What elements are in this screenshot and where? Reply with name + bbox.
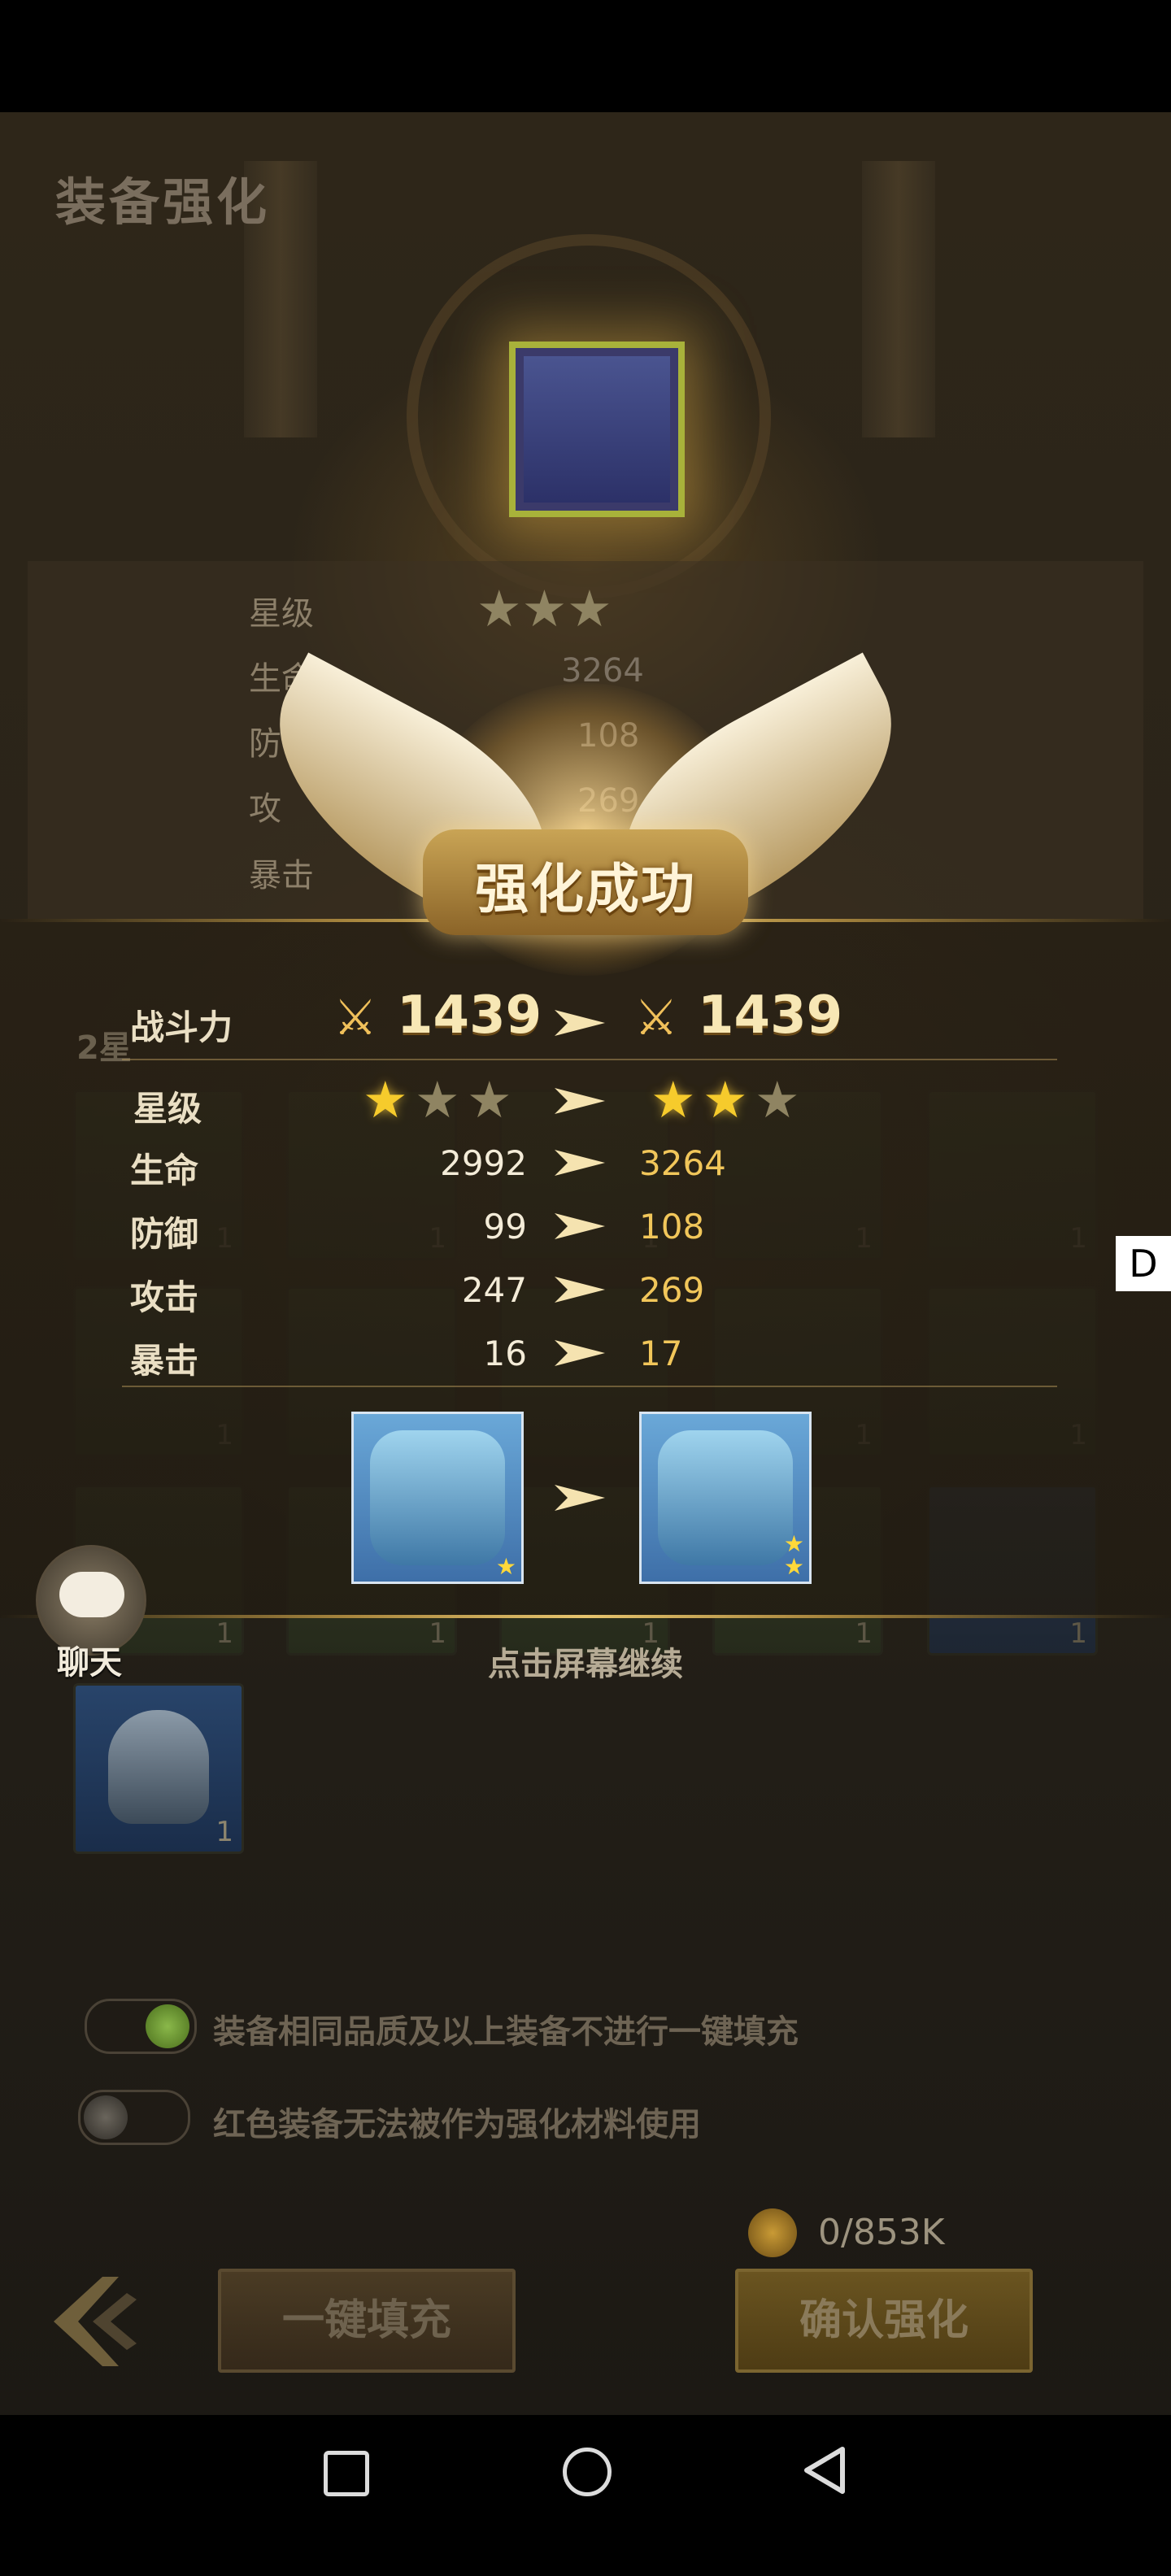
star-icon: ★ (783, 1553, 804, 1580)
gold-coin-icon (748, 2208, 797, 2257)
back-arrow-icon[interactable] (46, 2269, 143, 2374)
star-icon: ★ (495, 1553, 516, 1580)
bg-star-label: 星级 (249, 595, 314, 633)
power-arrow-icon (555, 1010, 605, 1036)
boots-icon (524, 356, 670, 503)
system-nav-bar (0, 2415, 1171, 2576)
success-title: 强化成功 (475, 858, 696, 920)
stat-label: 攻击 (130, 1277, 199, 1317)
confirm-enhance-button[interactable]: 确认强化 (735, 2269, 1033, 2373)
continue-hint[interactable]: 点击屏幕继续 (0, 1638, 1171, 1685)
status-bar (0, 0, 1171, 112)
power-label: 战斗力 (130, 1007, 233, 1047)
power-after: 1439 (698, 986, 843, 1046)
stat-after: 269 (639, 1270, 705, 1310)
star-icon: ★ (703, 1070, 748, 1129)
bg-atk-label: 攻 (249, 790, 281, 828)
boots-icon (658, 1430, 793, 1565)
stat-label: 防御 (130, 1214, 199, 1254)
power-icon-after: ⚔ (634, 990, 678, 1046)
toggle-knob (146, 2004, 189, 2048)
star-icon: ★ (415, 1070, 460, 1129)
gold-cost: 0/853K (818, 2212, 945, 2253)
toggle-red-equipment[interactable] (78, 2090, 190, 2145)
stat-after: 17 (639, 1334, 683, 1373)
stat-arrow-icon (555, 1340, 605, 1366)
stat-before: 99 (483, 1207, 527, 1247)
stat-after: 108 (639, 1207, 705, 1247)
power-icon: ⚔ (333, 990, 377, 1046)
stat-arrow-icon (555, 1277, 605, 1303)
equip-before-card: ★ (351, 1412, 524, 1584)
stat-label: 生命 (130, 1151, 199, 1190)
star-icon: ★ (651, 1070, 696, 1129)
bg-crit-label: 暴击 (249, 857, 314, 894)
stat-before: 247 (461, 1270, 527, 1310)
stats-divider (122, 1386, 1057, 1387)
grid-item-hood[interactable]: 1 (73, 1683, 244, 1854)
toggle-knob (84, 2095, 128, 2139)
stat-before: 2992 (440, 1143, 527, 1183)
scene-pillar-right (862, 161, 935, 437)
stat-arrow-icon (555, 1213, 605, 1239)
stat-arrow-icon (555, 1150, 605, 1176)
stat-label: 暴击 (130, 1341, 199, 1381)
star-icon: ★ (755, 1070, 800, 1129)
star-icon: ★ (363, 1070, 408, 1129)
star-icon: ★ (467, 1070, 512, 1129)
toggle-red-equipment-label: 红色装备无法被作为强化材料使用 (213, 2106, 701, 2143)
bg-section-label: 2星 (76, 1029, 132, 1067)
recent-apps-icon[interactable] (324, 2451, 369, 2496)
equip-after-card: ★ ★ (639, 1412, 812, 1584)
enhanced-item-slot[interactable] (509, 342, 685, 517)
bg-stars: ★★★ (477, 579, 612, 638)
stars-before: ★ ★ ★ (363, 1075, 525, 1127)
star-arrow-icon (555, 1088, 605, 1114)
home-icon[interactable] (563, 2448, 612, 2496)
power-before: 1439 (397, 986, 542, 1046)
stat-before: 16 (483, 1334, 527, 1373)
boots-icon (370, 1430, 505, 1565)
power-divider (122, 1059, 1057, 1060)
hood-icon (108, 1710, 209, 1824)
page-title: 装备强化 (55, 172, 271, 232)
back-nav-icon[interactable] (800, 2444, 849, 2496)
item-qty: 1 (215, 1816, 233, 1848)
chat-bubble-icon (59, 1572, 124, 1617)
auto-fill-button[interactable]: 一键填充 (218, 2269, 516, 2373)
side-badge[interactable]: D (1116, 1236, 1171, 1291)
toggle-same-quality[interactable] (85, 1999, 197, 2054)
stars-after: ★ ★ ★ (651, 1075, 813, 1127)
star-label: 星级 (133, 1089, 202, 1129)
stat-after: 3264 (639, 1143, 726, 1183)
equip-arrow-icon (555, 1485, 605, 1511)
panel-bottom-divider (0, 1615, 1171, 1618)
chat-label[interactable]: 聊天 (33, 1636, 146, 1683)
toggle-same-quality-label: 装备相同品质及以上装备不进行一键填充 (213, 2013, 799, 2051)
